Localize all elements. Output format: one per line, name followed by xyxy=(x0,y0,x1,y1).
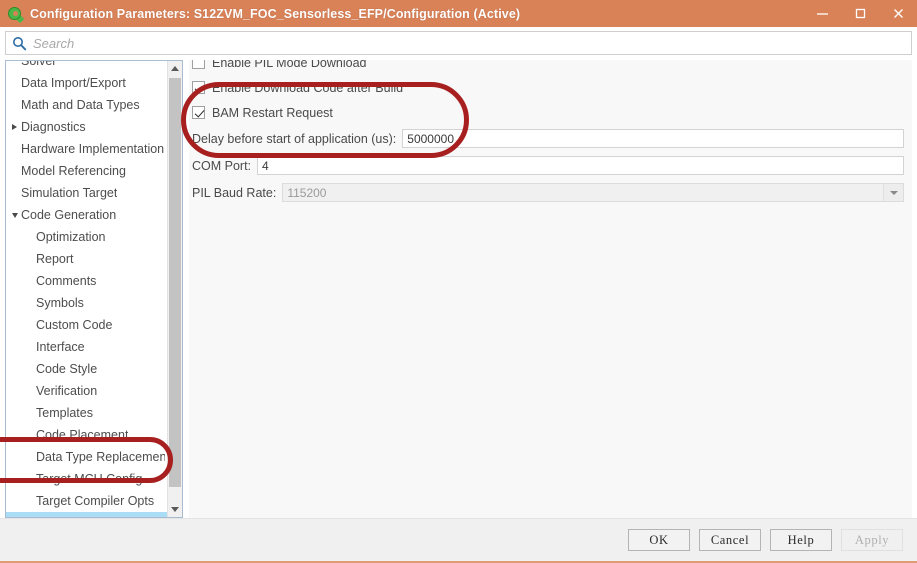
field-label: COM Port: xyxy=(192,158,252,173)
tree-item-label: Code Style xyxy=(36,362,98,376)
tree-item-comments[interactable]: Comments xyxy=(6,270,167,292)
tree-item-label: Model Referencing xyxy=(21,164,126,178)
checkbox-label: Enable PIL Mode Download xyxy=(212,60,367,70)
field-label: PIL Baud Rate: xyxy=(192,185,277,200)
cancel-button[interactable]: Cancel xyxy=(699,529,761,551)
scroll-up-arrow-icon[interactable] xyxy=(168,61,182,76)
tree-item-solver[interactable]: Solver xyxy=(6,61,167,72)
tree-item-custom-code[interactable]: Custom Code xyxy=(6,314,167,336)
tree-item-interface[interactable]: Interface xyxy=(6,336,167,358)
close-icon[interactable] xyxy=(879,0,917,27)
field-row: Delay before start of application (us): xyxy=(192,125,904,152)
checkbox-row[interactable]: BAM Restart Request xyxy=(192,100,904,125)
tree-item-pil-and-download-config[interactable]: PIL and Download Config xyxy=(6,512,167,517)
tree-item-symbols[interactable]: Symbols xyxy=(6,292,167,314)
help-button[interactable]: Help xyxy=(770,529,832,551)
tree-item-data-type-replacement[interactable]: Data Type Replacement xyxy=(6,446,167,468)
tree-item-hardware-implementation[interactable]: Hardware Implementation xyxy=(6,138,167,160)
checkbox-row[interactable]: Enable PIL Mode Download xyxy=(192,60,904,75)
pil-download-config-panel: Enable PIL Mode Download Enable Download … xyxy=(189,60,912,518)
tree-item-label: Target Compiler Opts xyxy=(36,494,155,508)
checkbox-label: Enable Download Code after Build xyxy=(212,80,404,95)
window-controls xyxy=(803,0,917,27)
tree-item-label: Code Generation xyxy=(21,208,117,222)
tree-vertical-scrollbar[interactable] xyxy=(167,61,182,517)
tree-item-label: Data Type Replacement xyxy=(36,450,165,464)
tree-item-model-referencing[interactable]: Model Referencing xyxy=(6,160,167,182)
simulink-config-icon xyxy=(6,5,25,23)
checkbox-bam-restart-request[interactable] xyxy=(192,106,205,119)
field-row: PIL Baud Rate: 115200 xyxy=(192,179,904,206)
search-box[interactable] xyxy=(5,31,912,55)
search-input[interactable] xyxy=(33,33,911,53)
tree-item-label: Math and Data Types xyxy=(21,98,140,112)
tree-item-target-compiler-opts[interactable]: Target Compiler Opts xyxy=(6,490,167,512)
minimize-icon[interactable] xyxy=(803,0,841,27)
configuration-parameters-window: Configuration Parameters: S12ZVM_FOC_Sen… xyxy=(0,0,917,563)
tree-item-label: Hardware Implementation xyxy=(21,142,165,156)
tree-item-label: Data Import/Export xyxy=(21,76,126,90)
settings-tree-panel: Solver Data Import/Export Math and Data Ty… xyxy=(5,60,183,518)
tree-item-diagnostics[interactable]: Diagnostics xyxy=(6,116,167,138)
tree-item-label: Templates xyxy=(36,406,93,420)
tree-item-verification[interactable]: Verification xyxy=(6,380,167,402)
scrollbar-thumb[interactable] xyxy=(169,78,181,487)
tree-item-label: PIL and Download Config xyxy=(36,516,165,517)
chevron-right-icon[interactable] xyxy=(8,124,21,130)
tree-item-label: Diagnostics xyxy=(21,120,86,134)
window-title: Configuration Parameters: S12ZVM_FOC_Sen… xyxy=(30,6,521,21)
checkbox-enable-download-code-after-build[interactable] xyxy=(192,81,205,94)
tree-item-label: Interface xyxy=(36,340,85,354)
tree-item-label: Simulation Target xyxy=(21,186,118,200)
tree-item-target-mcu-config[interactable]: Target MCU Config xyxy=(6,468,167,490)
scrollbar-track[interactable] xyxy=(168,76,182,502)
combo-value: 115200 xyxy=(287,185,327,200)
checkbox-label: BAM Restart Request xyxy=(212,105,333,120)
tree-item-report[interactable]: Report xyxy=(6,248,167,270)
maximize-icon[interactable] xyxy=(841,0,879,27)
checkbox-enable-pil-mode-download[interactable] xyxy=(192,60,205,69)
tree-item-label: Symbols xyxy=(36,296,84,310)
input-com-port[interactable] xyxy=(257,156,904,175)
title-bar: Configuration Parameters: S12ZVM_FOC_Sen… xyxy=(0,0,917,27)
tree-item-data-import-export[interactable]: Data Import/Export xyxy=(6,72,167,94)
search-bar-row xyxy=(0,27,917,60)
tree-item-label: Comments xyxy=(36,274,97,288)
tree-item-templates[interactable]: Templates xyxy=(6,402,167,424)
settings-tree[interactable]: Solver Data Import/Export Math and Data Ty… xyxy=(6,61,167,517)
search-icon xyxy=(12,36,27,51)
tree-item-simulation-target[interactable]: Simulation Target xyxy=(6,182,167,204)
tree-item-code-generation[interactable]: Code Generation xyxy=(6,204,167,226)
tree-item-label: Code Placement xyxy=(36,428,129,442)
apply-button: Apply xyxy=(841,529,903,551)
input-delay-before-start-of-application-us[interactable] xyxy=(402,129,904,148)
tree-item-label: Solver xyxy=(21,61,57,68)
ok-button[interactable]: OK xyxy=(628,529,690,551)
tree-item-label: Optimization xyxy=(36,230,106,244)
chevron-down-icon[interactable] xyxy=(8,212,21,218)
field-label: Delay before start of application (us): xyxy=(192,131,397,146)
tree-item-label: Report xyxy=(36,252,74,266)
dialog-footer: OK Cancel Help Apply xyxy=(0,518,917,563)
tree-item-label: Target MCU Config xyxy=(36,472,143,486)
chevron-down-icon xyxy=(883,184,903,201)
tree-item-optimization[interactable]: Optimization xyxy=(6,226,167,248)
field-row: COM Port: xyxy=(192,152,904,179)
dialog-content: Solver Data Import/Export Math and Data Ty… xyxy=(0,60,917,518)
tree-item-code-style[interactable]: Code Style xyxy=(6,358,167,380)
scroll-down-arrow-icon[interactable] xyxy=(168,502,182,517)
tree-item-label: Custom Code xyxy=(36,318,113,332)
tree-item-code-placement[interactable]: Code Placement xyxy=(6,424,167,446)
tree-item-math-and-data-types[interactable]: Math and Data Types xyxy=(6,94,167,116)
combo-pil-baud-rate: 115200 xyxy=(282,183,904,202)
tree-item-label: Verification xyxy=(36,384,98,398)
checkbox-row[interactable]: Enable Download Code after Build xyxy=(192,75,904,100)
